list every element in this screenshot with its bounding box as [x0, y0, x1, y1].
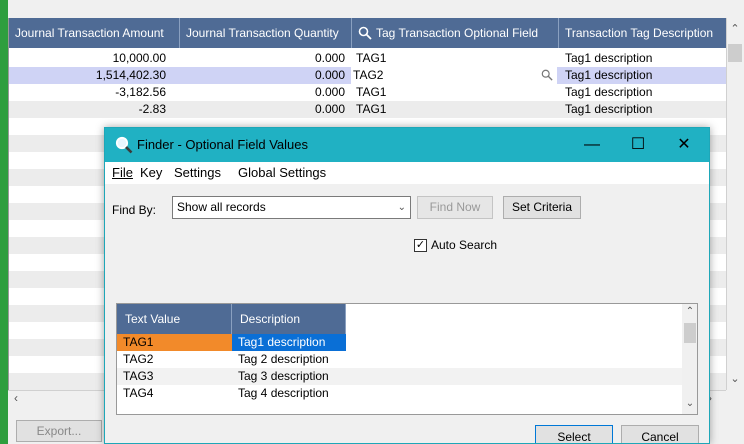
- find-by-select[interactable]: Show all records ⌄: [172, 196, 411, 219]
- cell-amount: 10,000.00: [112, 51, 166, 65]
- scroll-down-icon[interactable]: ⌄: [682, 398, 697, 409]
- list-item-selected[interactable]: TAG1 Tag1 description: [117, 334, 697, 351]
- cell-tag: TAG1: [356, 102, 387, 116]
- dialog-title: Finder - Optional Field Values: [137, 137, 309, 152]
- column-header-tag-label: Tag Transaction Optional Field: [376, 26, 539, 40]
- dialog-menubar: File Key Settings Global Settings: [105, 162, 709, 184]
- cell-description: Tag1 description: [565, 102, 653, 116]
- select-button[interactable]: Select: [535, 425, 613, 443]
- cancel-button[interactable]: Cancel: [621, 425, 699, 443]
- menu-key-label: Key: [140, 165, 163, 180]
- scroll-up-icon[interactable]: ⌃: [682, 306, 697, 317]
- table-row[interactable]: 10,000.00 0.000 TAG1 Tag1 description: [9, 50, 727, 67]
- menu-key[interactable]: Key: [140, 162, 162, 184]
- menu-file[interactable]: File: [112, 162, 133, 184]
- list-header-description[interactable]: Description: [232, 304, 346, 334]
- list-cell-description: Tag 4 description: [238, 386, 329, 400]
- cell-description: Tag1 description: [565, 51, 653, 65]
- cell-quantity: 0.000: [314, 68, 345, 82]
- table-row[interactable]: -2.83 0.000 TAG1 Tag1 description: [9, 101, 727, 118]
- menu-global-settings-label: Global Settings: [238, 165, 327, 180]
- tag-edit-field[interactable]: TAG2: [351, 67, 557, 84]
- cell-description: Tag1 description: [565, 85, 653, 99]
- cell-description: Tag1 description: [565, 68, 653, 82]
- list-cell-description: Tag1 description: [232, 334, 346, 351]
- set-criteria-button[interactable]: Set Criteria: [503, 196, 581, 219]
- column-header-description[interactable]: Transaction Tag Description: [559, 18, 727, 48]
- list-cell-value: TAG2: [123, 352, 154, 366]
- finder-dialog: Finder - Optional Field Values — ☐ ✕ Fil…: [104, 127, 710, 444]
- column-header-amount[interactable]: Journal Transaction Amount: [9, 18, 180, 48]
- export-button[interactable]: Export...: [16, 420, 102, 442]
- list-header-text-value[interactable]: Text Value: [117, 304, 232, 334]
- find-by-label: Find By:: [112, 203, 157, 217]
- list-cell-value: TAG1: [117, 334, 232, 351]
- scroll-down-icon[interactable]: ⌄: [726, 370, 744, 388]
- find-by-value: Show all records: [177, 200, 266, 214]
- table-row-selected[interactable]: 1,514,402.30 0.000 TAG2 Tag1 description: [9, 67, 727, 84]
- scroll-up-icon[interactable]: ⌃: [726, 20, 744, 38]
- scroll-left-icon[interactable]: ‹: [14, 390, 28, 406]
- chevron-down-icon: ⌄: [397, 202, 406, 213]
- find-now-button[interactable]: Find Now: [417, 196, 493, 219]
- auto-search-label[interactable]: Auto Search: [431, 238, 497, 252]
- column-header-tag[interactable]: Tag Transaction Optional Field: [352, 18, 559, 48]
- menu-file-label: File: [112, 165, 133, 180]
- dialog-body: Find By: Show all records ⌄ Find Now Set…: [105, 184, 709, 443]
- list-cell-description: Tag 3 description: [238, 369, 329, 383]
- auto-search-checkbox[interactable]: ✓: [414, 239, 427, 252]
- tag-edit-value: TAG2: [353, 68, 384, 82]
- column-header-quantity[interactable]: Journal Transaction Quantity: [180, 18, 352, 48]
- cell-quantity: 0.000: [314, 51, 345, 65]
- scroll-thumb[interactable]: [684, 323, 696, 343]
- menu-settings-label: Settings: [174, 165, 221, 180]
- cell-amount: -3,182.56: [115, 85, 166, 99]
- cell-quantity: 0.000: [314, 85, 345, 99]
- cell-amount: -2.83: [138, 102, 166, 116]
- scroll-thumb[interactable]: [728, 44, 742, 62]
- list-item[interactable]: TAG3 Tag 3 description: [117, 368, 697, 385]
- grid-vertical-scrollbar[interactable]: [726, 18, 744, 390]
- cell-tag: TAG1: [356, 85, 387, 99]
- cell-quantity: 0.000: [314, 102, 345, 116]
- table-row[interactable]: -3,182.56 0.000 TAG1 Tag1 description: [9, 84, 727, 101]
- menu-settings[interactable]: Settings: [174, 162, 221, 184]
- accent-bar: [0, 0, 8, 444]
- finder-icon[interactable]: [541, 69, 553, 81]
- cell-tag: TAG1: [356, 51, 387, 65]
- list-cell-description: Tag 2 description: [238, 352, 329, 366]
- list-cell-value: TAG4: [123, 386, 154, 400]
- maximize-icon[interactable]: ☐: [615, 128, 661, 162]
- list-item[interactable]: TAG4 Tag 4 description: [117, 385, 697, 402]
- dialog-titlebar[interactable]: Finder - Optional Field Values — ☐ ✕: [105, 128, 709, 162]
- close-icon[interactable]: ✕: [661, 128, 707, 162]
- cell-amount: 1,514,402.30: [95, 68, 166, 82]
- list-cell-value: TAG3: [123, 369, 154, 383]
- search-icon: [358, 26, 372, 40]
- toolbar-strip: [8, 0, 744, 19]
- magnifier-icon: [115, 136, 133, 154]
- menu-global-settings[interactable]: Global Settings: [238, 162, 326, 184]
- scroll-right-icon[interactable]: ›: [708, 390, 722, 406]
- list-item[interactable]: TAG2 Tag 2 description: [117, 351, 697, 368]
- results-list: Text Value Description TAG1 Tag1 descrip…: [116, 303, 698, 415]
- minimize-icon[interactable]: —: [569, 128, 615, 162]
